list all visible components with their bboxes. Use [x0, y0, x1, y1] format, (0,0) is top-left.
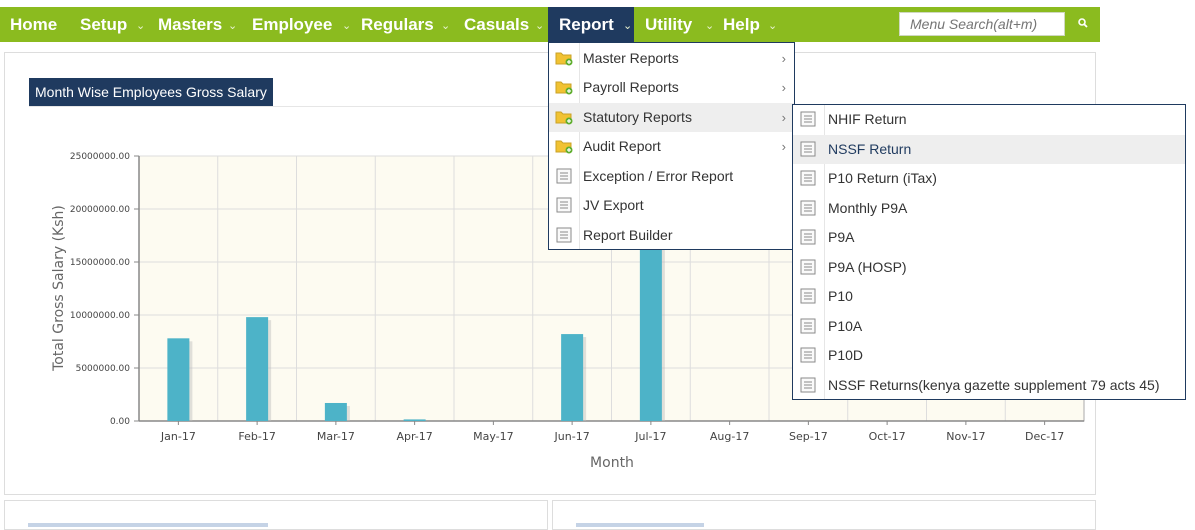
menu-item-payroll-reports[interactable]: Payroll Reports ›	[549, 73, 794, 103]
y-axis-ticks: 0.00 5000000.00 10000000.00 15000000.00 2000…	[70, 152, 130, 427]
bar	[246, 317, 269, 421]
x-tick-label: May-17	[473, 430, 514, 443]
bar	[639, 240, 662, 421]
lower-panel-right-title	[576, 523, 704, 527]
x-tick-label: Jul-17	[634, 430, 666, 443]
bar	[403, 419, 426, 421]
x-tick-label: Nov-17	[946, 430, 985, 443]
submenu-item-p10d[interactable]: P10D	[793, 341, 1185, 371]
document-icon	[556, 197, 572, 213]
menu-item-label: Payroll Reports	[583, 79, 679, 95]
document-icon	[556, 227, 572, 242]
document-icon	[800, 170, 816, 186]
submenu-item-monthly-p9a[interactable]: Monthly P9A	[793, 194, 1185, 224]
x-axis-label: Month	[590, 455, 634, 471]
document-icon	[800, 200, 816, 215]
x-tick-label: Sep-17	[789, 430, 828, 443]
document-icon	[800, 141, 816, 156]
folder-add-icon	[555, 52, 573, 65]
chevron-right-icon: ›	[781, 109, 786, 125]
submenu-item-p9a[interactable]: P9A	[793, 223, 1185, 253]
submenu-item-nssf-returns-gazette[interactable]: NSSF Returns(kenya gazette supplement 79…	[793, 371, 1185, 401]
folder-add-icon	[555, 140, 573, 154]
bar	[561, 334, 584, 421]
submenu-item-label: P9A	[828, 229, 855, 245]
submenu-item-label: NSSF Return	[828, 140, 912, 157]
menu-item-label: Report Builder	[583, 226, 673, 243]
submenu-item-label: Monthly P9A	[828, 199, 908, 216]
document-icon	[800, 318, 816, 333]
document-icon	[800, 288, 816, 304]
menu-item-master-reports[interactable]: Master Reports ›	[549, 44, 794, 74]
menu-item-label: JV Export	[583, 197, 644, 213]
submenu-item-label: P10A	[828, 317, 863, 334]
document-icon	[800, 377, 816, 392]
x-tick-label: Feb-17	[238, 430, 275, 443]
menu-item-label: Statutory Reports	[583, 108, 692, 125]
x-tick-label: Dec-17	[1025, 430, 1064, 443]
y-axis-label: Total Gross Salary (Ksh)	[51, 205, 67, 372]
document-icon	[556, 168, 572, 183]
folder-add-icon	[555, 111, 573, 124]
y-tick-label: 15000000.00	[70, 258, 130, 268]
menu-item-exception-error-report[interactable]: Exception / Error Report	[549, 162, 794, 192]
menu-item-label: Exception / Error Report	[583, 167, 734, 184]
menu-item-label: Master Reports	[583, 49, 679, 66]
submenu-item-nhif-return[interactable]: NHIF Return	[793, 105, 1185, 135]
y-tick-label: 5000000.00	[76, 364, 131, 374]
x-tick-label: Jun-17	[554, 430, 590, 443]
document-icon	[800, 229, 816, 245]
document-icon	[800, 111, 816, 127]
submenu-item-label: NHIF Return	[828, 111, 907, 127]
statutory-submenu: NHIF Return NSSF Return P10 Return (iTax…	[792, 104, 1186, 400]
submenu-item-p10a[interactable]: P10A	[793, 312, 1185, 342]
menu-item-jv-export[interactable]: JV Export	[549, 191, 794, 221]
menu-item-label: Audit Report	[583, 138, 661, 154]
x-tick-label: Apr-17	[396, 430, 432, 443]
submenu-item-p10-return-itax[interactable]: P10 Return (iTax)	[793, 164, 1185, 194]
lower-panel-left-title	[28, 523, 268, 527]
x-tick-label: Oct-17	[869, 430, 906, 443]
folder-add-icon	[555, 81, 573, 95]
chevron-right-icon: ›	[781, 139, 786, 154]
x-tick-label: Aug-17	[710, 430, 749, 443]
y-tick-label: 20000000.00	[70, 205, 130, 215]
report-dropdown-menu: Master Reports › Payroll Reports › Statu…	[548, 42, 795, 250]
document-icon	[800, 259, 816, 274]
y-tick-label: 10000000.00	[70, 311, 130, 321]
menu-item-report-builder[interactable]: Report Builder	[549, 221, 794, 251]
bar	[167, 338, 190, 421]
chevron-right-icon: ›	[781, 80, 786, 95]
x-tick-label: Mar-17	[317, 430, 355, 443]
submenu-item-label: P10	[828, 288, 853, 304]
submenu-item-p9a-hosp[interactable]: P9A (HOSP)	[793, 253, 1185, 283]
submenu-item-nssf-return[interactable]: NSSF Return	[793, 134, 1185, 164]
submenu-item-label: NSSF Returns(kenya gazette supplement 79…	[828, 376, 1160, 393]
chevron-right-icon: ›	[781, 50, 786, 66]
submenu-item-p10[interactable]: P10	[793, 282, 1185, 312]
y-tick-label: 0.00	[110, 417, 130, 427]
bar	[324, 402, 347, 421]
submenu-item-label: P10D	[828, 347, 864, 363]
submenu-item-label: P9A (HOSP)	[828, 258, 907, 275]
y-tick-label: 25000000.00	[70, 152, 130, 162]
submenu-item-label: P10 Return (iTax)	[828, 170, 937, 186]
document-icon	[800, 347, 816, 363]
x-tick-label: Jan-17	[160, 430, 196, 443]
menu-item-statutory-reports[interactable]: Statutory Reports ›	[549, 102, 794, 132]
menu-item-audit-report[interactable]: Audit Report ›	[549, 132, 794, 162]
x-axis-ticks: Jan-17 Feb-17 Mar-17 Apr-17 May-17 Jun-17 Jul-…	[160, 421, 1064, 443]
